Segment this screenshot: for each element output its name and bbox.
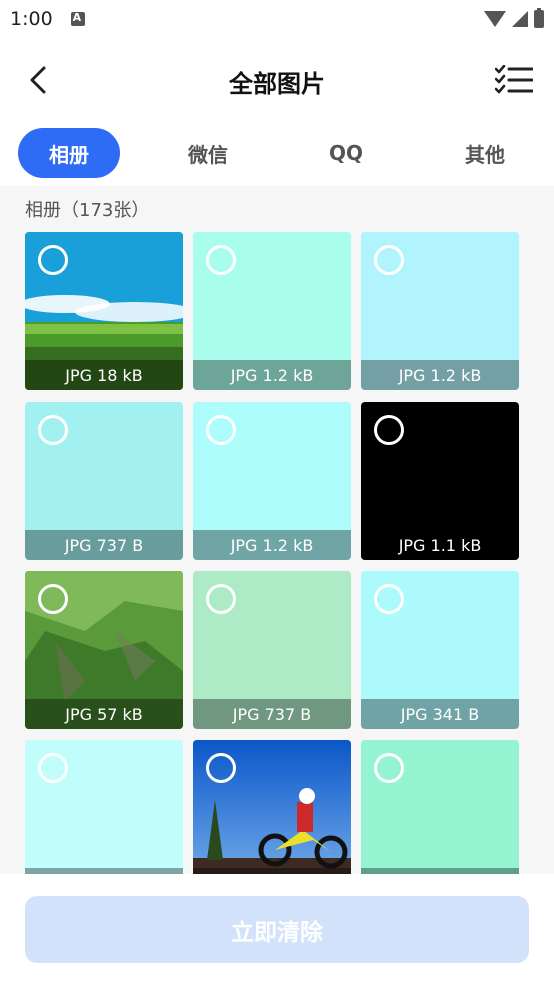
photo-caption: JPG 341 B: [361, 699, 519, 729]
photo-caption: JPG 1.2 kB: [361, 360, 519, 390]
photo-tile[interactable]: JPG 1.2 kB: [193, 402, 351, 560]
tab-wechat[interactable]: 微信: [158, 128, 258, 178]
tab-album[interactable]: 相册: [18, 128, 120, 178]
signal-icon: [512, 11, 528, 27]
wifi-icon: [484, 11, 506, 27]
photo-caption: JPG 18 kB: [25, 360, 183, 390]
select-circle-icon[interactable]: [38, 245, 68, 275]
bottom-bar: 立即清除: [0, 874, 554, 985]
select-circle-icon[interactable]: [206, 584, 236, 614]
battery-icon: [534, 8, 544, 28]
photo-caption: JPG 1.1 kB: [361, 530, 519, 560]
status-bar: 1:00: [0, 0, 554, 38]
photo-tile[interactable]: [25, 740, 183, 874]
photo-tile[interactable]: JPG 341 B: [361, 571, 519, 729]
photo-list[interactable]: 相册（173张） JPG 18 kB JPG 1.2 kB JPG 1.2 kB JP…: [0, 186, 554, 874]
photo-caption: JPG 737 B: [193, 699, 351, 729]
photo-tile[interactable]: JPG 1.1 kB: [361, 402, 519, 560]
select-mode-button[interactable]: [494, 62, 534, 98]
photo-tile[interactable]: JPG 737 B: [25, 402, 183, 560]
photo-tile[interactable]: [193, 740, 351, 874]
select-circle-icon[interactable]: [38, 584, 68, 614]
header: 全部图片: [0, 52, 554, 108]
photo-tile[interactable]: [361, 740, 519, 874]
clear-now-button[interactable]: 立即清除: [25, 896, 529, 963]
photo-caption: JPG 737 B: [25, 530, 183, 560]
select-circle-icon[interactable]: [374, 415, 404, 445]
page-title: 全部图片: [229, 70, 325, 98]
photo-tile[interactable]: JPG 57 kB: [25, 571, 183, 729]
select-circle-icon[interactable]: [206, 245, 236, 275]
photo-tile[interactable]: JPG 737 B: [193, 571, 351, 729]
select-circle-icon[interactable]: [374, 753, 404, 783]
tab-other[interactable]: 其他: [435, 128, 535, 178]
album-count-label: 相册（173张）: [25, 200, 150, 221]
select-circle-icon[interactable]: [38, 753, 68, 783]
source-tabs: 相册 微信 QQ 其他: [0, 128, 554, 180]
select-circle-icon[interactable]: [374, 584, 404, 614]
select-circle-icon[interactable]: [38, 415, 68, 445]
select-circle-icon[interactable]: [206, 753, 236, 783]
select-circle-icon[interactable]: [374, 245, 404, 275]
photo-caption: JPG 1.2 kB: [193, 360, 351, 390]
photo-caption: JPG 1.2 kB: [193, 530, 351, 560]
photo-tile[interactable]: JPG 18 kB: [25, 232, 183, 390]
notification-icon: [70, 11, 85, 26]
tab-qq[interactable]: QQ: [296, 128, 396, 178]
checklist-icon: [495, 65, 533, 94]
photo-tile[interactable]: JPG 1.2 kB: [361, 232, 519, 390]
select-circle-icon[interactable]: [206, 415, 236, 445]
photo-caption: JPG 57 kB: [25, 699, 183, 729]
photo-tile[interactable]: JPG 1.2 kB: [193, 232, 351, 390]
status-time: 1:00: [10, 8, 53, 30]
